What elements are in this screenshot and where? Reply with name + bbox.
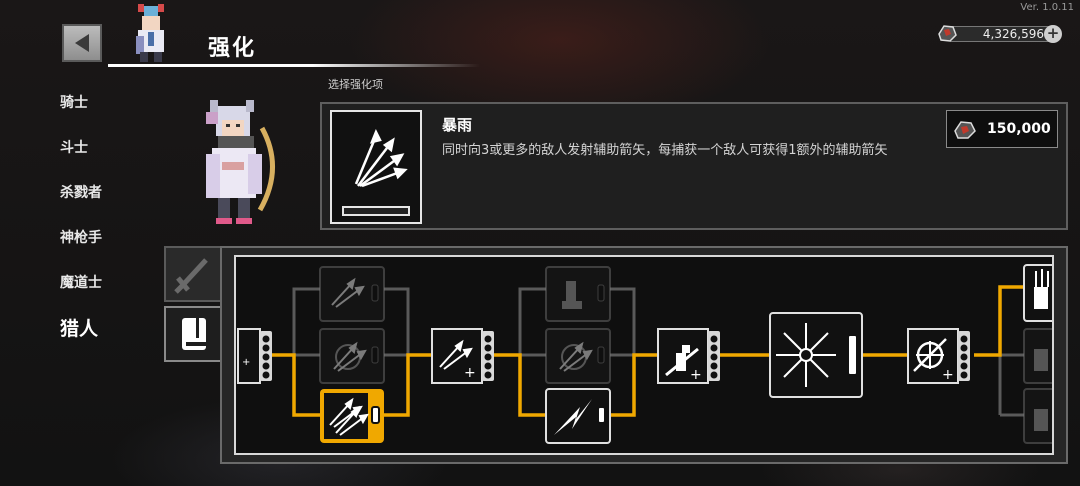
class-tab-fighter[interactable]: 斗士 xyxy=(60,137,88,157)
back-button[interactable] xyxy=(62,24,102,62)
skill-node-5[interactable] xyxy=(769,312,863,398)
skill-node-1a[interactable] xyxy=(319,266,385,322)
skill-node-3a[interactable] xyxy=(545,266,611,322)
skill-node-3b[interactable] xyxy=(545,328,611,384)
title-underline xyxy=(108,64,480,67)
skill-node-7a[interactable] xyxy=(1023,264,1054,322)
add-currency-button[interactable]: + xyxy=(1044,25,1062,43)
skill-tree: + + + + xyxy=(234,255,1054,455)
skill-level-slot xyxy=(342,206,410,216)
class-tab-slayer[interactable]: 杀戮者 xyxy=(60,182,102,202)
currency-amount: 4,326,596 xyxy=(982,27,1044,41)
skill-node-1b[interactable] xyxy=(319,328,385,384)
tab-passive-skills[interactable] xyxy=(164,306,224,362)
book-icon xyxy=(182,318,206,350)
tab-weapon-skills[interactable] xyxy=(164,246,222,302)
skill-node-4[interactable]: + xyxy=(657,328,720,384)
page-title: 强化 xyxy=(208,36,257,61)
skill-node-0[interactable]: + xyxy=(237,328,272,384)
skill-node-7c[interactable] xyxy=(1023,388,1054,444)
back-arrow-icon xyxy=(75,34,89,52)
svg-text:+: + xyxy=(242,357,250,368)
class-tab-hunter[interactable]: 猎人 xyxy=(60,314,98,341)
upgrade-cost-button[interactable]: 150,000 xyxy=(946,110,1058,148)
hunter-avatar xyxy=(136,4,164,62)
svg-text:+: + xyxy=(464,365,476,381)
skill-name: 暴雨 xyxy=(442,116,473,134)
skill-node-6[interactable]: + xyxy=(907,328,970,384)
skill-node-2[interactable]: + xyxy=(431,328,494,384)
skill-node-7b[interactable] xyxy=(1023,328,1054,384)
class-tab-gunner[interactable]: 神枪手 xyxy=(60,227,102,247)
ore-gem-icon xyxy=(954,121,976,139)
class-tab-mage[interactable]: 魔道士 xyxy=(60,272,102,292)
sword-icon xyxy=(174,258,208,294)
svg-text:+: + xyxy=(942,367,954,383)
hunter-character-sprite xyxy=(206,100,275,224)
section-label: 选择强化项 xyxy=(328,78,383,91)
class-tab-knight[interactable]: 骑士 xyxy=(60,92,88,112)
currency-display: 4,326,596 + xyxy=(936,24,1062,44)
skill-description: 同时向3或更多的敌人发射辅助箭矢，每捕获一个敌人可获得1额外的辅助箭矢 xyxy=(442,143,888,158)
version-label: Ver. 1.0.11 xyxy=(1020,2,1074,13)
skill-node-3c[interactable] xyxy=(545,388,611,444)
skill-node-1c-selected[interactable] xyxy=(320,389,384,443)
svg-text:+: + xyxy=(690,367,702,383)
arrow-rain-icon xyxy=(354,128,408,188)
skill-icon-frame xyxy=(330,110,422,224)
skill-detail-panel: 暴雨 同时向3或更多的敌人发射辅助箭矢，每捕获一个敌人可获得1额外的辅助箭矢 1… xyxy=(320,102,1068,230)
upgrade-cost: 150,000 xyxy=(987,121,1051,137)
ore-gem-icon xyxy=(938,25,957,42)
